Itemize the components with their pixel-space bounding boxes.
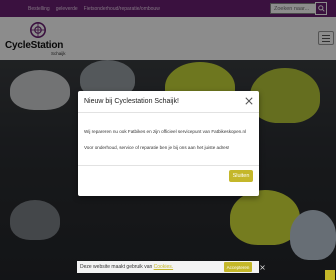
cookie-text: Deze website maakt gebruik van Cookies.: [80, 264, 173, 270]
modal-close-button[interactable]: [244, 96, 254, 106]
modal-paragraph: Voor onderhoud, service of reparatie ben…: [84, 145, 230, 150]
scroll-to-top-button[interactable]: [325, 270, 335, 280]
announcement-modal: Nieuw bij Cyclestation Schaijk! Wij repa…: [78, 91, 259, 196]
cookie-accept-button[interactable]: Accepteren: [224, 262, 252, 272]
modal-title: Nieuw bij Cyclestation Schaijk!: [84, 98, 179, 105]
cookie-close-button[interactable]: [259, 262, 266, 272]
cookie-message: Deze website maakt gebruik van: [80, 264, 153, 270]
cookie-link[interactable]: Cookies.: [154, 264, 173, 270]
cookie-bar: Deze website maakt gebruik van Cookies. …: [77, 261, 259, 273]
modal-paragraph: Wij repareren nu ook Fatbikes en zijn of…: [84, 129, 247, 134]
close-icon: [245, 97, 253, 105]
modal-close-button-footer[interactable]: Sluiten: [229, 170, 253, 182]
close-icon: [260, 264, 265, 270]
modal-divider: [78, 165, 259, 166]
modal-header: Nieuw bij Cyclestation Schaijk!: [78, 91, 259, 113]
